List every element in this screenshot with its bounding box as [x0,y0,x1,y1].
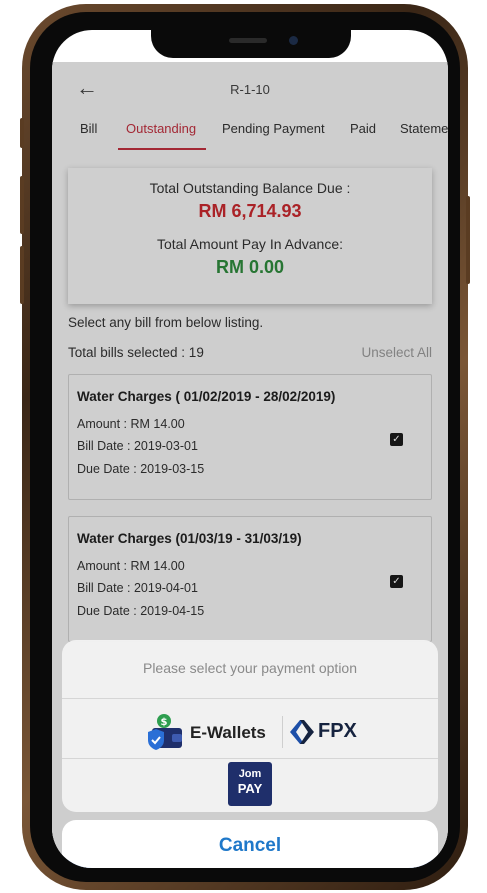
fpx-option[interactable]: FPX [288,715,368,749]
wallet-icon: $ [148,714,182,750]
phone-side-button [20,118,24,148]
payment-sheet-title: Please select your payment option [142,660,357,676]
jompay-logo-line1: Jom [238,768,262,780]
cancel-button[interactable]: Cancel [62,820,438,868]
sheet-divider [62,698,438,699]
phone-notch [151,30,351,58]
ewallets-option[interactable]: $ E-Wallets [142,712,278,752]
fpx-label: FPX [318,720,357,742]
payment-option-sheet: Please select your payment option $ E-Wa… [62,640,438,812]
option-divider [282,716,283,748]
cancel-label: Cancel [218,835,282,856]
front-camera [289,36,298,45]
jompay-option[interactable]: Jom PAY [228,762,272,806]
app-content: ← R-1-10 Bill Outstanding Pending Paymen… [52,62,448,868]
phone-volume-down-button [20,246,24,304]
phone-power-button [466,196,470,284]
fpx-logo-icon [290,720,314,744]
payment-options-row: $ E-Wallets FPX [62,706,438,758]
sheet-divider [62,758,438,759]
speaker-grille [229,38,267,43]
ewallets-label: E-Wallets [190,723,266,742]
phone-screen: ← R-1-10 Bill Outstanding Pending Paymen… [52,30,448,868]
phone-volume-up-button [20,176,24,234]
jompay-logo-line2: PAY [237,781,263,796]
svg-text:$: $ [161,717,168,728]
